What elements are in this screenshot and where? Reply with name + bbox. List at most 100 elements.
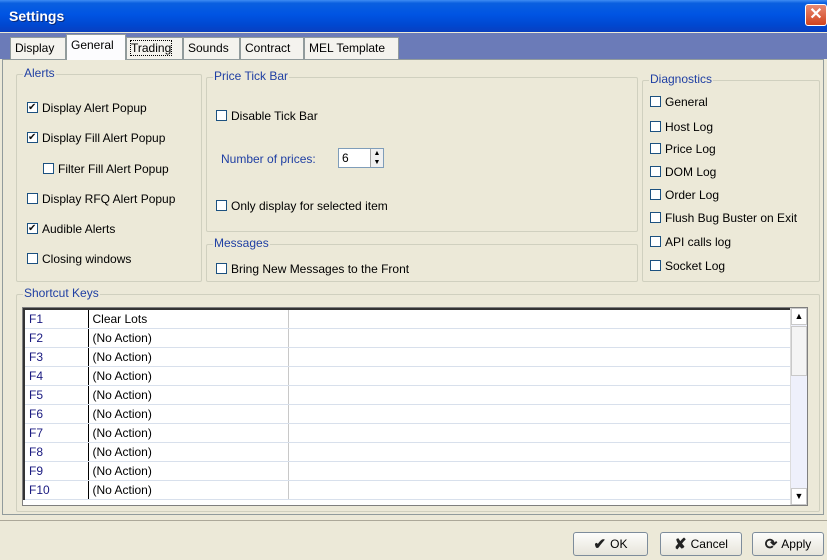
checkbox-icon[interactable] (650, 121, 661, 132)
checkbox-icon[interactable] (27, 132, 38, 143)
table-cell-empty[interactable] (288, 442, 799, 462)
scroll-up-icon[interactable]: ▲ (791, 308, 807, 325)
diag-price-log-checkbox[interactable]: Price Log (650, 142, 716, 156)
table-cell-empty[interactable] (288, 366, 799, 386)
shortcut-key[interactable]: F2 (23, 328, 89, 348)
shortcut-keys-table[interactable]: F1 Clear Lots F2 (No Action) F3 (No Action)… (22, 307, 808, 506)
shortcut-key[interactable]: F5 (23, 385, 89, 405)
increment-icon[interactable]: ▲ (371, 149, 383, 158)
shortcut-action[interactable]: (No Action) (88, 442, 289, 462)
checkbox-icon[interactable] (650, 166, 661, 177)
audible-alerts-checkbox[interactable]: Audible Alerts (27, 222, 115, 236)
shortcut-action[interactable]: (No Action) (88, 461, 289, 481)
shortcut-key[interactable]: F7 (23, 423, 89, 443)
table-cell-empty[interactable] (288, 347, 799, 367)
checkbox-icon[interactable] (43, 163, 54, 174)
shortcut-keys-legend: Shortcut Keys (23, 286, 100, 300)
tab-contract[interactable]: Contract (240, 37, 304, 59)
disable-tick-bar-checkbox[interactable]: Disable Tick Bar (216, 109, 318, 123)
bring-messages-front-checkbox[interactable]: Bring New Messages to the Front (216, 262, 409, 276)
checkbox-icon[interactable] (27, 223, 38, 234)
table-row[interactable]: F9 (No Action) (23, 461, 799, 481)
diag-host-log-checkbox[interactable]: Host Log (650, 120, 713, 134)
cancel-button[interactable]: ✘ Cancel (660, 532, 742, 556)
tab-strip: Display General Trading Sounds Contract … (0, 33, 827, 60)
decrement-icon[interactable]: ▼ (371, 158, 383, 167)
table-row[interactable]: F6 (No Action) (23, 404, 799, 424)
diag-order-log-checkbox[interactable]: Order Log (650, 188, 719, 202)
table-row[interactable]: F10 (No Action) (23, 480, 799, 500)
shortcut-key[interactable]: F10 (23, 480, 89, 500)
title-bar[interactable]: Settings ✕ (0, 0, 827, 32)
diag-flush-bug-buster-checkbox[interactable]: Flush Bug Buster on Exit (650, 211, 797, 225)
only-display-selected-checkbox[interactable]: Only display for selected item (216, 199, 388, 213)
number-of-prices-label: Number of prices: (221, 152, 316, 166)
table-row[interactable]: F7 (No Action) (23, 423, 799, 443)
shortcut-action[interactable]: (No Action) (88, 423, 289, 443)
number-of-prices-value[interactable]: 6 (342, 151, 349, 165)
shortcut-action[interactable]: (No Action) (88, 328, 289, 348)
tab-display[interactable]: Display (10, 37, 66, 59)
checkbox-icon[interactable] (216, 263, 227, 274)
display-fill-alert-popup-checkbox[interactable]: Display Fill Alert Popup (27, 131, 165, 145)
shortcut-action[interactable]: (No Action) (88, 480, 289, 500)
checkmark-icon: ✔ (593, 536, 607, 553)
checkbox-icon[interactable] (27, 253, 38, 264)
table-row[interactable]: F8 (No Action) (23, 442, 799, 462)
shortcut-key[interactable]: F1 (23, 308, 89, 329)
closing-windows-checkbox[interactable]: Closing windows (27, 252, 131, 266)
checkbox-icon[interactable] (27, 193, 38, 204)
checkbox-icon[interactable] (27, 102, 38, 113)
shortcut-key[interactable]: F3 (23, 347, 89, 367)
checkbox-icon[interactable] (650, 143, 661, 154)
checkbox-icon[interactable] (650, 96, 661, 107)
checkbox-icon[interactable] (650, 236, 661, 247)
scroll-thumb[interactable] (791, 326, 807, 376)
shortcut-key[interactable]: F6 (23, 404, 89, 424)
table-row[interactable]: F5 (No Action) (23, 385, 799, 405)
table-row[interactable]: F3 (No Action) (23, 347, 799, 367)
checkbox-icon[interactable] (650, 189, 661, 200)
shortcut-action[interactable]: (No Action) (88, 366, 289, 386)
table-cell-empty[interactable] (288, 328, 799, 348)
table-cell-empty[interactable] (288, 404, 799, 424)
vertical-scrollbar[interactable]: ▲ ▼ (790, 308, 807, 505)
table-row[interactable]: F4 (No Action) (23, 366, 799, 386)
filter-fill-alert-popup-checkbox[interactable]: Filter Fill Alert Popup (43, 162, 169, 176)
shortcut-key[interactable]: F8 (23, 442, 89, 462)
checkbox-icon[interactable] (216, 200, 227, 211)
shortcut-action[interactable]: Clear Lots (88, 308, 289, 329)
shortcut-key[interactable]: F4 (23, 366, 89, 386)
shortcut-key[interactable]: F9 (23, 461, 89, 481)
alerts-legend: Alerts (23, 66, 56, 80)
checkbox-icon[interactable] (216, 110, 227, 121)
tab-trading[interactable]: Trading (126, 37, 183, 59)
tab-sounds[interactable]: Sounds (183, 37, 240, 59)
table-cell-empty[interactable] (288, 461, 799, 481)
number-of-prices-stepper[interactable]: 6 ▲ ▼ (338, 148, 384, 168)
table-cell-empty[interactable] (288, 308, 799, 329)
table-cell-empty[interactable] (288, 480, 799, 500)
table-cell-empty[interactable] (288, 385, 799, 405)
shortcut-action[interactable]: (No Action) (88, 385, 289, 405)
scroll-down-icon[interactable]: ▼ (791, 488, 807, 505)
diag-socket-log-checkbox[interactable]: Socket Log (650, 259, 725, 273)
display-alert-popup-checkbox[interactable]: Display Alert Popup (27, 101, 147, 115)
tab-mel-template[interactable]: MEL Template (304, 37, 399, 59)
table-cell-empty[interactable] (288, 423, 799, 443)
diagnostics-group: Diagnostics (642, 72, 820, 282)
diag-general-checkbox[interactable]: General (650, 95, 708, 109)
table-row[interactable]: F1 Clear Lots (23, 308, 799, 329)
display-rfq-alert-popup-checkbox[interactable]: Display RFQ Alert Popup (27, 192, 175, 206)
close-icon[interactable]: ✕ (805, 4, 827, 26)
shortcut-action[interactable]: (No Action) (88, 404, 289, 424)
ok-button[interactable]: ✔ OK (573, 532, 648, 556)
diag-api-calls-log-checkbox[interactable]: API calls log (650, 235, 731, 249)
tab-general[interactable]: General (66, 34, 126, 60)
apply-button[interactable]: ⟳ Apply (752, 532, 824, 556)
checkbox-icon[interactable] (650, 260, 661, 271)
table-row[interactable]: F2 (No Action) (23, 328, 799, 348)
checkbox-icon[interactable] (650, 212, 661, 223)
shortcut-action[interactable]: (No Action) (88, 347, 289, 367)
diag-dom-log-checkbox[interactable]: DOM Log (650, 165, 716, 179)
